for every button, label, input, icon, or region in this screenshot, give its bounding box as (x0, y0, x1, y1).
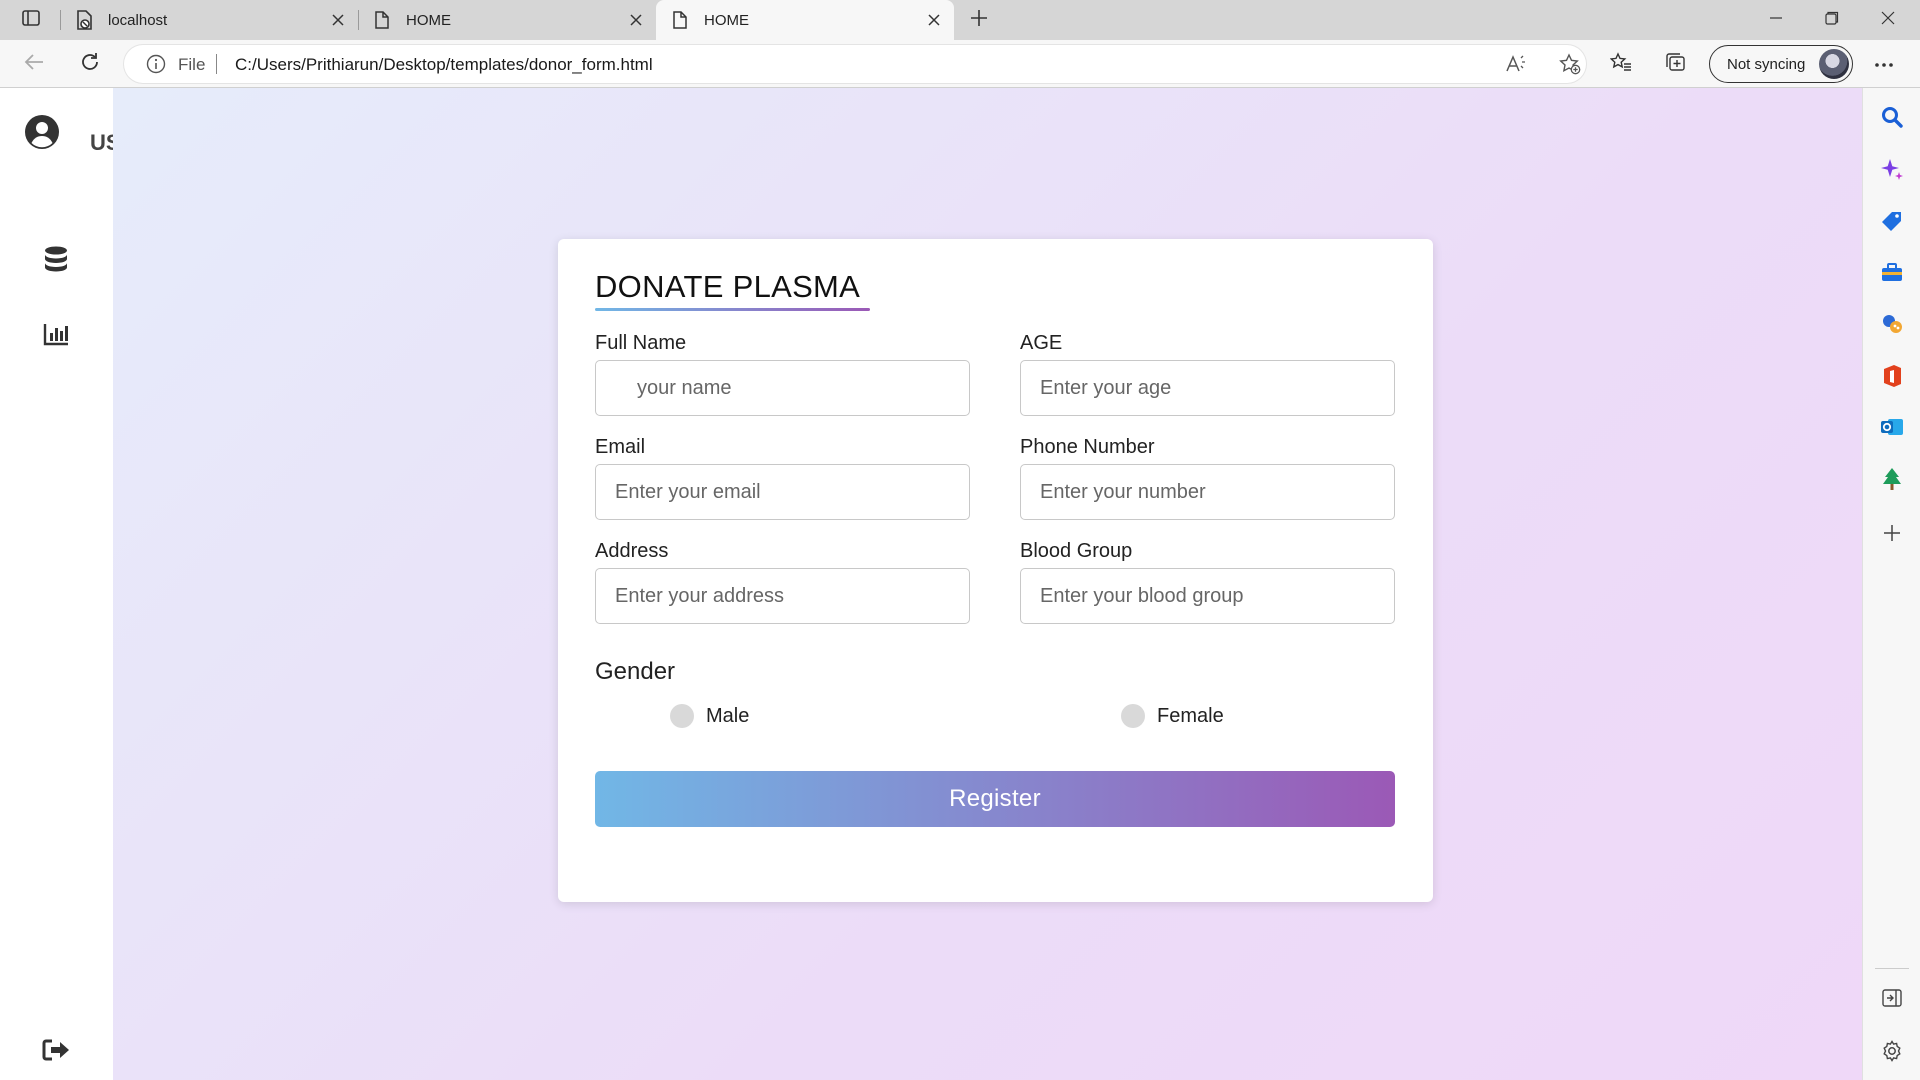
user-circle-icon (24, 114, 60, 150)
shopping-tag-icon[interactable] (1878, 208, 1906, 236)
age-label: AGE (1020, 332, 1063, 354)
profile-sync-button[interactable]: Not syncing (1709, 45, 1853, 83)
tab-title: HOME (704, 11, 749, 29)
minimize-button[interactable] (1748, 0, 1804, 40)
scheme-label: File (178, 55, 206, 74)
app-sidebar: USER (0, 88, 113, 1080)
restore-icon (1825, 11, 1839, 30)
tree-icon[interactable] (1878, 465, 1906, 493)
more-dots-icon (1874, 55, 1894, 73)
gender-male-label[interactable]: Male (706, 705, 749, 728)
tab-title: HOME (406, 11, 451, 29)
games-icon[interactable] (1878, 310, 1906, 338)
close-icon[interactable] (626, 10, 646, 30)
collections-button[interactable] (1659, 48, 1691, 80)
tab-title: localhost (108, 11, 168, 29)
sidebar-divider (1875, 968, 1909, 969)
search-icon[interactable] (1878, 103, 1906, 131)
phone-number-input[interactable] (1020, 464, 1395, 520)
url-text[interactable]: C:/Users/Prithiarun/Desktop/templates/do… (235, 55, 653, 75)
outlook-icon[interactable] (1878, 413, 1906, 441)
page-content: USER DONATE PLASMA Full Name AGE Email P… (0, 88, 1862, 1080)
sync-label: Not syncing (1727, 55, 1806, 73)
email-input[interactable] (595, 464, 970, 520)
document-icon (372, 10, 392, 30)
phone-number-label: Phone Number (1020, 436, 1155, 458)
donor-form-card: DONATE PLASMA Full Name AGE Email Phone … (558, 239, 1433, 902)
page-icon (74, 10, 94, 30)
close-icon (1881, 11, 1895, 30)
gender-female-label[interactable]: Female (1157, 705, 1224, 728)
blood-group-label: Blood Group (1020, 540, 1133, 562)
document-icon (670, 10, 690, 30)
tools-briefcase-icon[interactable] (1878, 259, 1906, 287)
info-icon[interactable] (146, 54, 166, 74)
more-menu-button[interactable] (1868, 48, 1900, 80)
title-underline (595, 308, 870, 311)
read-aloud-icon[interactable] (1502, 50, 1530, 78)
logout-icon[interactable] (42, 1038, 70, 1062)
refresh-button[interactable] (74, 48, 106, 80)
user-label: USER (90, 130, 113, 155)
tab-home[interactable]: HOME (358, 0, 656, 40)
age-input[interactable] (1020, 360, 1395, 416)
close-icon[interactable] (924, 10, 944, 30)
close-icon[interactable] (328, 10, 348, 30)
bar-chart-icon[interactable] (42, 320, 70, 348)
gender-male-radio[interactable] (670, 704, 694, 728)
address-separator (216, 54, 217, 74)
back-arrow-icon (24, 53, 44, 76)
back-button[interactable] (18, 48, 50, 80)
hide-sidebar-icon[interactable] (1878, 984, 1906, 1012)
profile-avatar (1819, 49, 1849, 79)
register-button[interactable]: Register (595, 771, 1395, 827)
tab-strip: localhost HOME HOME (0, 0, 1920, 40)
address-input[interactable] (595, 568, 970, 624)
address-label: Address (595, 540, 669, 562)
full-name-label: Full Name (595, 332, 687, 354)
main-area: DONATE PLASMA Full Name AGE Email Phone … (113, 88, 1862, 1080)
full-name-input[interactable] (595, 360, 970, 416)
tab-actions-icon (22, 9, 40, 31)
settings-gear-icon[interactable] (1878, 1037, 1906, 1065)
edge-sidebar (1862, 88, 1920, 1080)
gender-label: Gender (595, 658, 676, 685)
add-favorite-icon[interactable] (1556, 50, 1584, 78)
tab-home-active[interactable]: HOME (656, 0, 954, 40)
tab-localhost[interactable]: localhost (60, 0, 358, 40)
refresh-icon (80, 52, 100, 77)
favorites-icon (1609, 51, 1632, 77)
minimize-icon (1769, 11, 1783, 30)
database-icon[interactable] (42, 246, 70, 274)
add-plus-icon[interactable] (1878, 519, 1906, 547)
gender-female-radio[interactable] (1121, 704, 1145, 728)
collections-icon (1664, 52, 1686, 77)
close-window-button[interactable] (1860, 0, 1916, 40)
new-tab-button[interactable] (964, 6, 994, 34)
form-title: DONATE PLASMA (595, 269, 861, 304)
copilot-sparkle-icon[interactable] (1878, 156, 1906, 184)
plus-icon (970, 9, 988, 32)
restore-button[interactable] (1804, 0, 1860, 40)
blood-group-input[interactable] (1020, 568, 1395, 624)
address-bar[interactable]: File C:/Users/Prithiarun/Desktop/templat… (124, 45, 1586, 83)
tab-actions-button[interactable] (14, 6, 48, 34)
favorites-button[interactable] (1605, 48, 1637, 80)
browser-toolbar: File C:/Users/Prithiarun/Desktop/templat… (0, 40, 1920, 88)
office-icon[interactable] (1878, 362, 1906, 390)
email-label: Email (595, 436, 646, 458)
